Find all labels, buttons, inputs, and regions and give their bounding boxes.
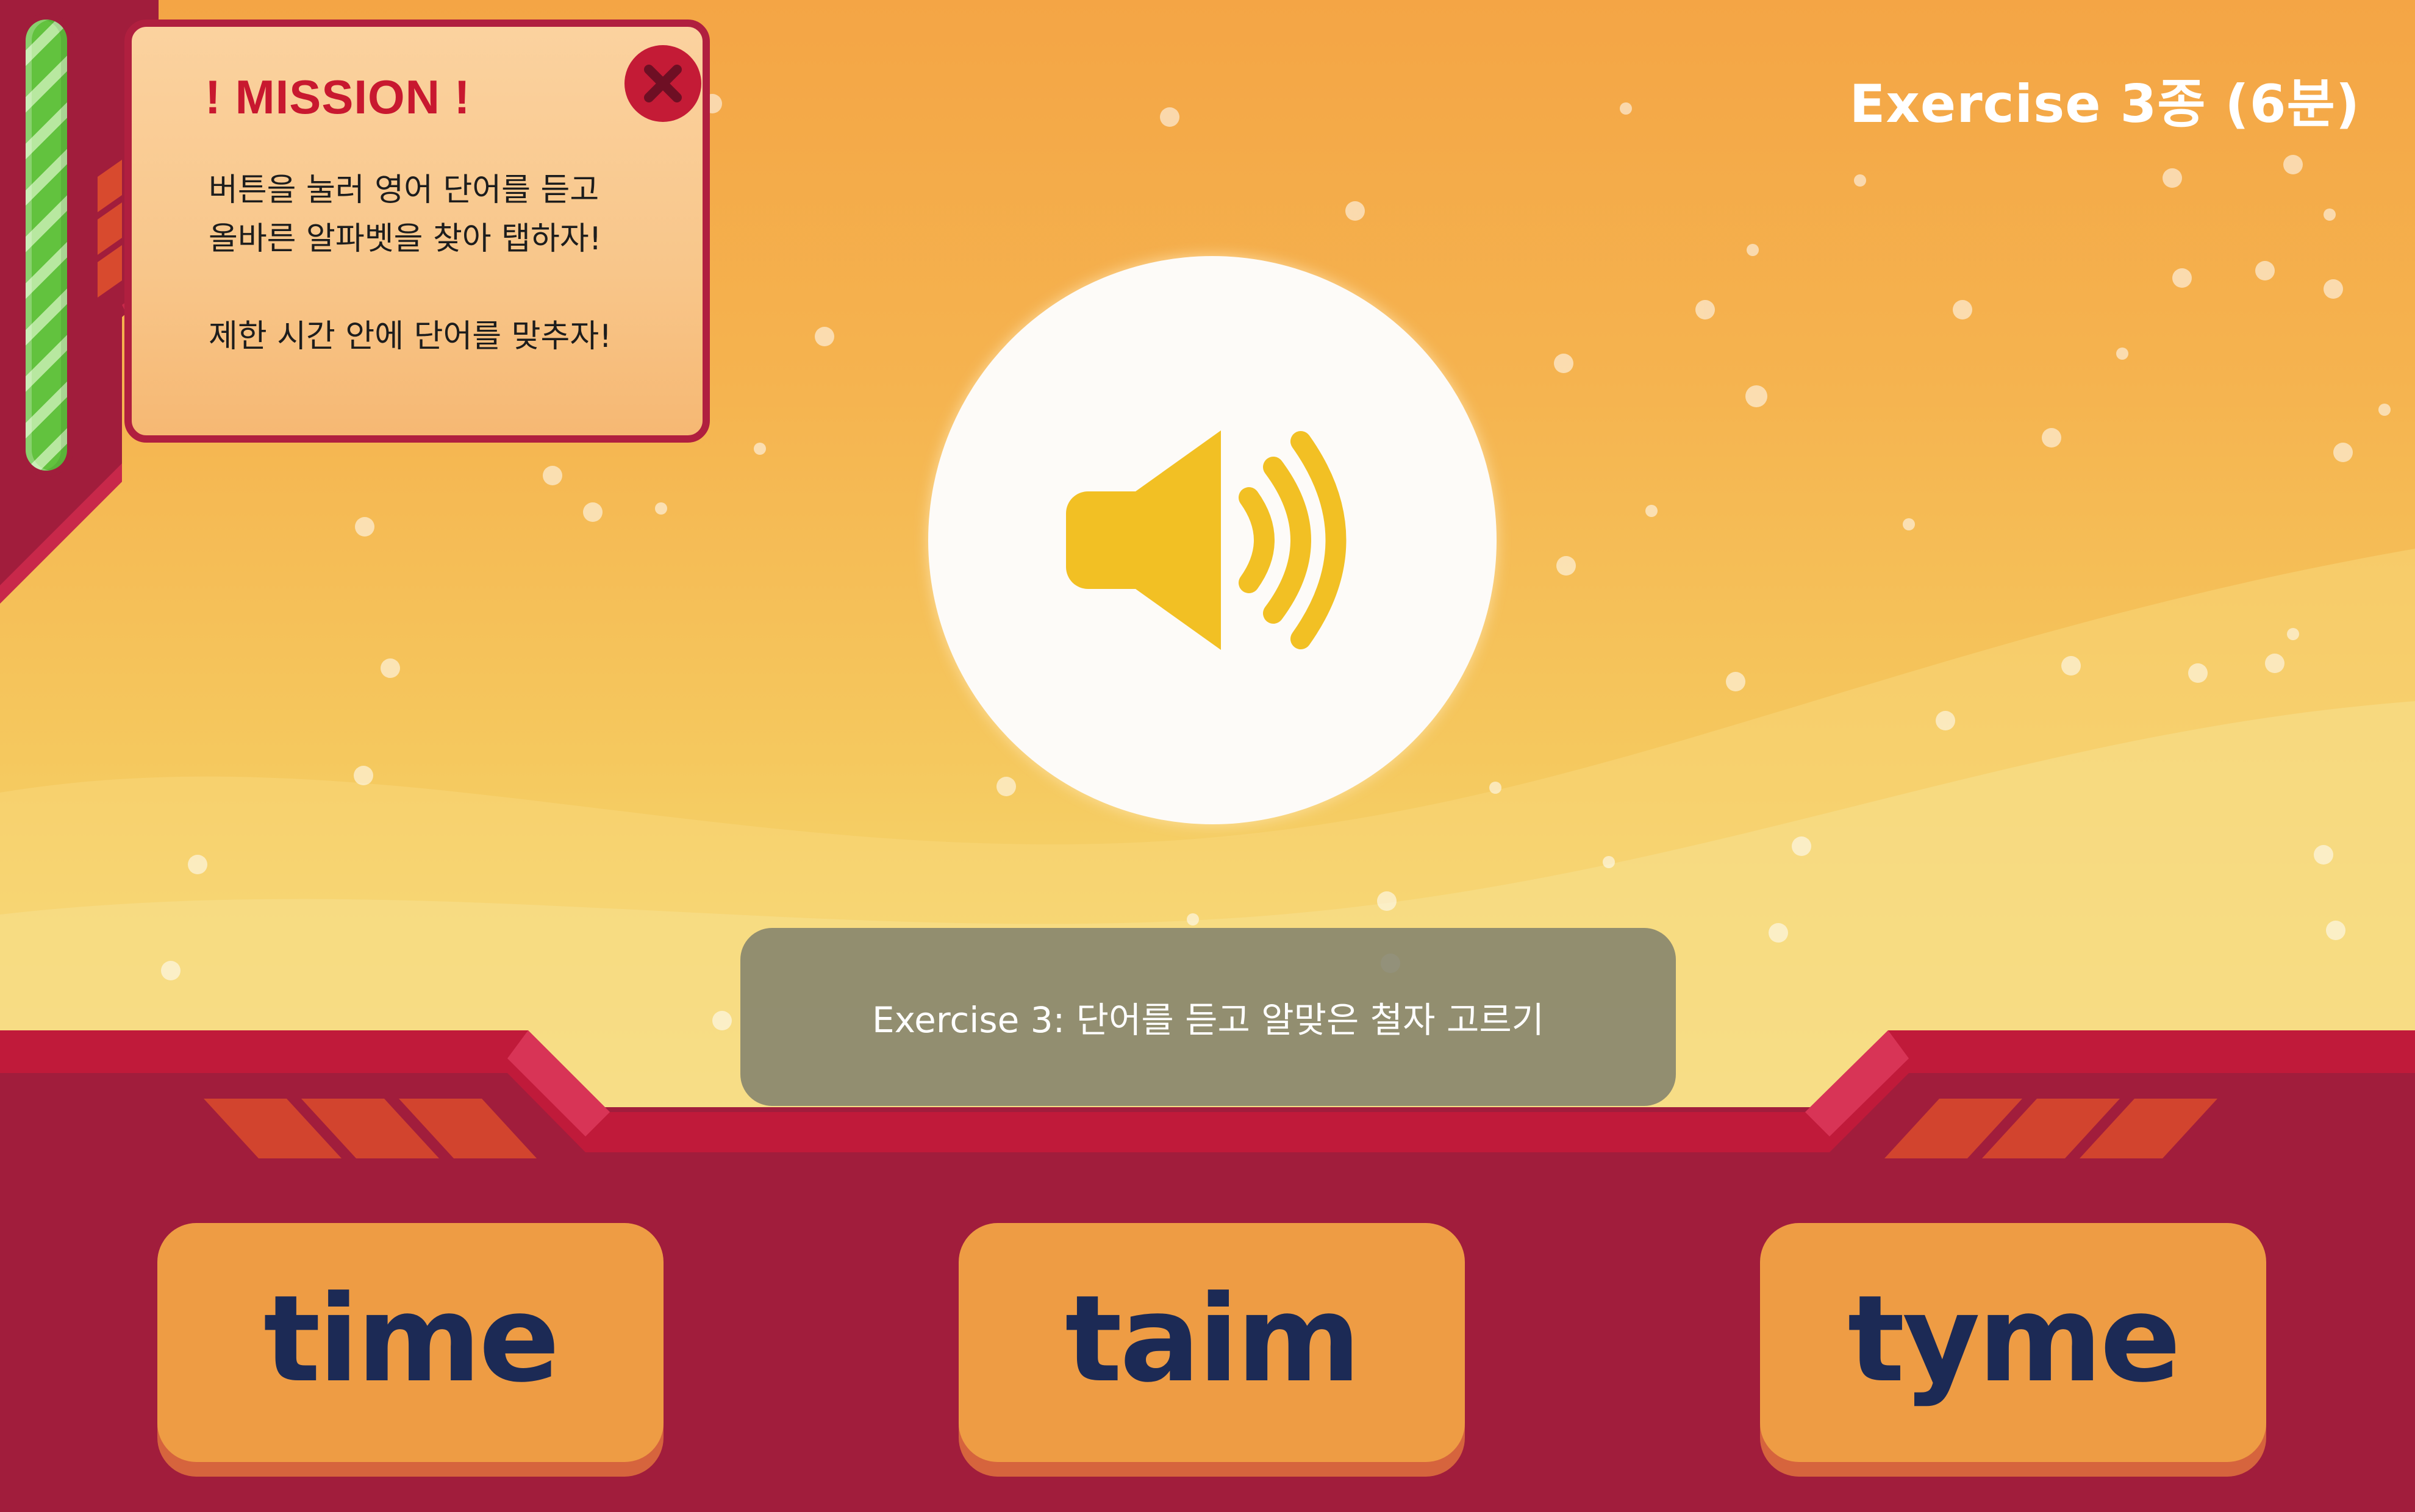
answer-button-time[interactable]: time: [157, 1223, 664, 1462]
close-button[interactable]: [624, 45, 701, 122]
instruction-text: Exercise 3: 단어를 듣고 알맞은 철자 고르기: [871, 999, 1545, 1041]
exercise-title: Exercise 3종 (6분): [1849, 74, 2360, 135]
mission-line-2: 올바른 알파벳을 찾아 탭하자!: [209, 221, 602, 257]
answer-label: tyme: [1847, 1270, 2181, 1409]
mission-line-3: 제한 시간 안에 단어를 맞추자!: [209, 318, 612, 355]
answer-button-taim[interactable]: taim: [959, 1223, 1465, 1462]
mission-line-1: 버튼을 눌러 영어 단어를 듣고: [209, 172, 599, 209]
instruction-banner: Exercise 3: 단어를 듣고 알맞은 철자 고르기: [740, 928, 1676, 1106]
close-icon: [644, 65, 682, 102]
answer-button-tyme[interactable]: tyme: [1760, 1223, 2266, 1462]
answer-label: time: [263, 1270, 560, 1409]
mission-title: ! MISSION !: [205, 70, 471, 124]
play-sound-button[interactable]: [928, 256, 1497, 824]
answer-label: taim: [1065, 1270, 1361, 1409]
progress-bar: [20, 13, 73, 477]
mission-instructions: 버튼을 눌러 영어 단어를 듣고 올바른 알파벳을 찾아 탭하자! 제한 시간 …: [209, 166, 672, 361]
speaker-icon: [1066, 430, 1347, 650]
mission-panel: ! MISSION ! 버튼을 눌러 영어 단어를 듣고 올바른 알파벳을 찾아…: [124, 20, 710, 443]
progress-fill: [26, 20, 67, 471]
